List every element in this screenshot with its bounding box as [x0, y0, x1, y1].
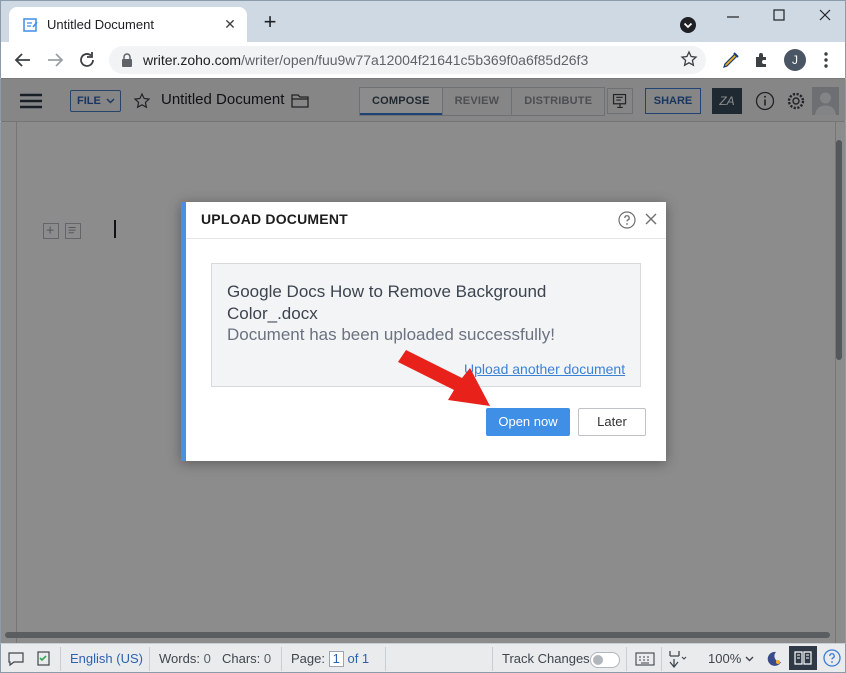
close-icon[interactable] [644, 212, 658, 226]
word-count[interactable]: Words: 0 [159, 651, 211, 666]
back-arrow-icon[interactable] [12, 49, 34, 71]
page-number-input[interactable]: 1 [328, 651, 344, 667]
upload-success-message: Document has been uploaded successfully! [227, 325, 555, 344]
help-icon[interactable] [618, 211, 636, 229]
profile-avatar[interactable]: J [784, 49, 806, 71]
dialog-title: UPLOAD DOCUMENT [201, 211, 348, 227]
extension-pen-icon[interactable] [721, 50, 741, 70]
night-mode-icon[interactable] [765, 650, 783, 668]
page-total: of 1 [347, 651, 370, 666]
help-icon[interactable] [823, 649, 841, 667]
zoho-writer-favicon-icon [23, 18, 38, 32]
forward-arrow-icon[interactable] [44, 49, 66, 71]
toggle-knob [593, 655, 603, 665]
browser-tab-strip: Untitled Document ✕ + [0, 0, 846, 43]
words-label: Words: [159, 651, 200, 666]
status-separator [626, 647, 627, 671]
status-separator [492, 647, 493, 671]
track-changes-label: Track Changes [502, 651, 590, 666]
maximize-icon[interactable] [766, 5, 792, 27]
close-window-icon[interactable] [812, 5, 838, 27]
status-bar: English (US) Words: 0 Chars: 0 Page: 1 o… [0, 643, 846, 673]
status-separator [281, 647, 282, 671]
minimize-icon[interactable] [720, 5, 746, 27]
chars-value: 0 [263, 651, 272, 666]
keyboard-icon[interactable] [635, 651, 655, 667]
lock-icon[interactable] [121, 53, 133, 67]
reload-icon[interactable] [76, 49, 98, 71]
red-arrow-annotation [398, 350, 490, 406]
language-selector[interactable]: English (US) [70, 651, 143, 666]
chat-icon[interactable] [7, 650, 25, 668]
chars-label: Chars: [222, 651, 261, 666]
reading-view-button[interactable] [789, 646, 817, 670]
page-indicator: Page: 1 of 1 [291, 651, 369, 667]
browser-tab[interactable]: Untitled Document ✕ [9, 7, 247, 43]
browser-nav-bar: writer.zoho.com/writer/open/fuu9w77a1200… [0, 42, 846, 78]
book-icon [794, 651, 812, 665]
later-button[interactable]: Later [578, 408, 646, 436]
words-value: 0 [203, 651, 211, 666]
uploaded-file-name: Google Docs How to Remove Background Col… [227, 282, 547, 323]
extensions-puzzle-icon[interactable] [752, 50, 772, 70]
url-host: writer.zoho.com [143, 52, 242, 68]
address-bar[interactable]: writer.zoho.com/writer/open/fuu9w77a1200… [109, 46, 706, 74]
status-separator [60, 647, 61, 671]
browser-menu-icon[interactable] [823, 51, 829, 69]
tab-search-icon[interactable] [680, 17, 696, 33]
zoom-value: 100% [708, 651, 742, 666]
open-now-button[interactable]: Open now [486, 408, 570, 436]
bookmark-star-icon[interactable] [680, 50, 698, 68]
document-check-icon[interactable] [35, 649, 53, 667]
chevron-down-icon [745, 656, 754, 662]
status-separator [661, 647, 662, 671]
url-text: writer.zoho.com/writer/open/fuu9w77a1200… [143, 52, 588, 68]
status-separator [149, 647, 150, 671]
zoom-level[interactable]: 100% [708, 651, 754, 666]
new-tab-icon[interactable]: + [259, 11, 281, 34]
url-path: /writer/open/fuu9w77a12004f21641c5b369f0… [241, 52, 589, 68]
char-count[interactable]: Chars: 0 [222, 651, 271, 666]
track-changes-toggle[interactable] [590, 652, 620, 668]
tab-close-icon[interactable]: ✕ [221, 15, 239, 33]
status-separator [385, 647, 386, 671]
upload-document-dialog: UPLOAD DOCUMENT Google Docs How to Remov… [181, 202, 666, 461]
dialog-divider [186, 238, 666, 239]
page-layout-icon[interactable] [667, 649, 689, 669]
tab-title: Untitled Document [47, 17, 154, 32]
page-label: Page: [291, 651, 325, 666]
